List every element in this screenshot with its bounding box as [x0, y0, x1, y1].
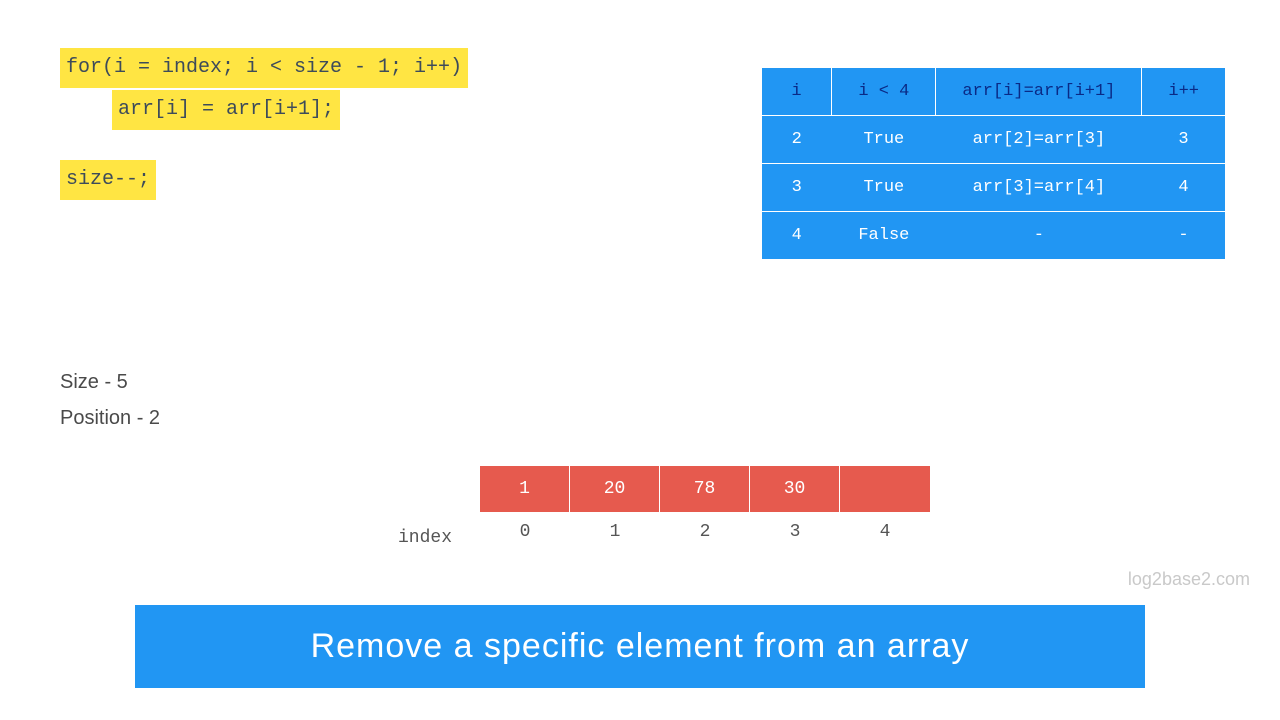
code-line-decrement: size--;: [60, 160, 156, 200]
array-cell: 1: [480, 466, 570, 512]
size-label: Size - 5: [60, 364, 160, 400]
index-cell: 3: [750, 522, 840, 542]
header-i: i: [762, 68, 832, 116]
code-line-for: for(i = index; i < size - 1; i++): [60, 48, 468, 88]
index-cell: 2: [660, 522, 750, 542]
index-cell: 1: [570, 522, 660, 542]
table-row: 4 False - -: [762, 212, 1225, 260]
table-row: 2 True arr[2]=arr[3] 3: [762, 116, 1225, 164]
array-cell: 20: [570, 466, 660, 512]
code-block: for(i = index; i < size - 1; i++) arr[i]…: [60, 48, 468, 200]
array-cells: 1 20 78 30: [480, 466, 930, 512]
array-cell: [840, 466, 930, 512]
trace-table: i i < 4 arr[i]=arr[i+1] i++ 2 True arr[2…: [762, 68, 1225, 259]
code-line-assign: arr[i] = arr[i+1];: [112, 90, 340, 130]
index-row: 0 1 2 3 4: [480, 522, 930, 542]
index-cell: 4: [840, 522, 930, 542]
array-cell: 30: [750, 466, 840, 512]
header-assign: arr[i]=arr[i+1]: [936, 68, 1142, 116]
header-inc: i++: [1142, 68, 1225, 116]
array-cell: 78: [660, 466, 750, 512]
position-label: Position - 2: [60, 400, 160, 436]
index-cell: 0: [480, 522, 570, 542]
table-row: 3 True arr[3]=arr[4] 4: [762, 164, 1225, 212]
index-caption: index: [398, 528, 452, 548]
title-bar: Remove a specific element from an array: [135, 605, 1145, 688]
info-block: Size - 5 Position - 2: [60, 364, 160, 436]
table-header-row: i i < 4 arr[i]=arr[i+1] i++: [762, 68, 1225, 116]
watermark: log2base2.com: [1128, 569, 1250, 590]
header-cond: i < 4: [832, 68, 936, 116]
